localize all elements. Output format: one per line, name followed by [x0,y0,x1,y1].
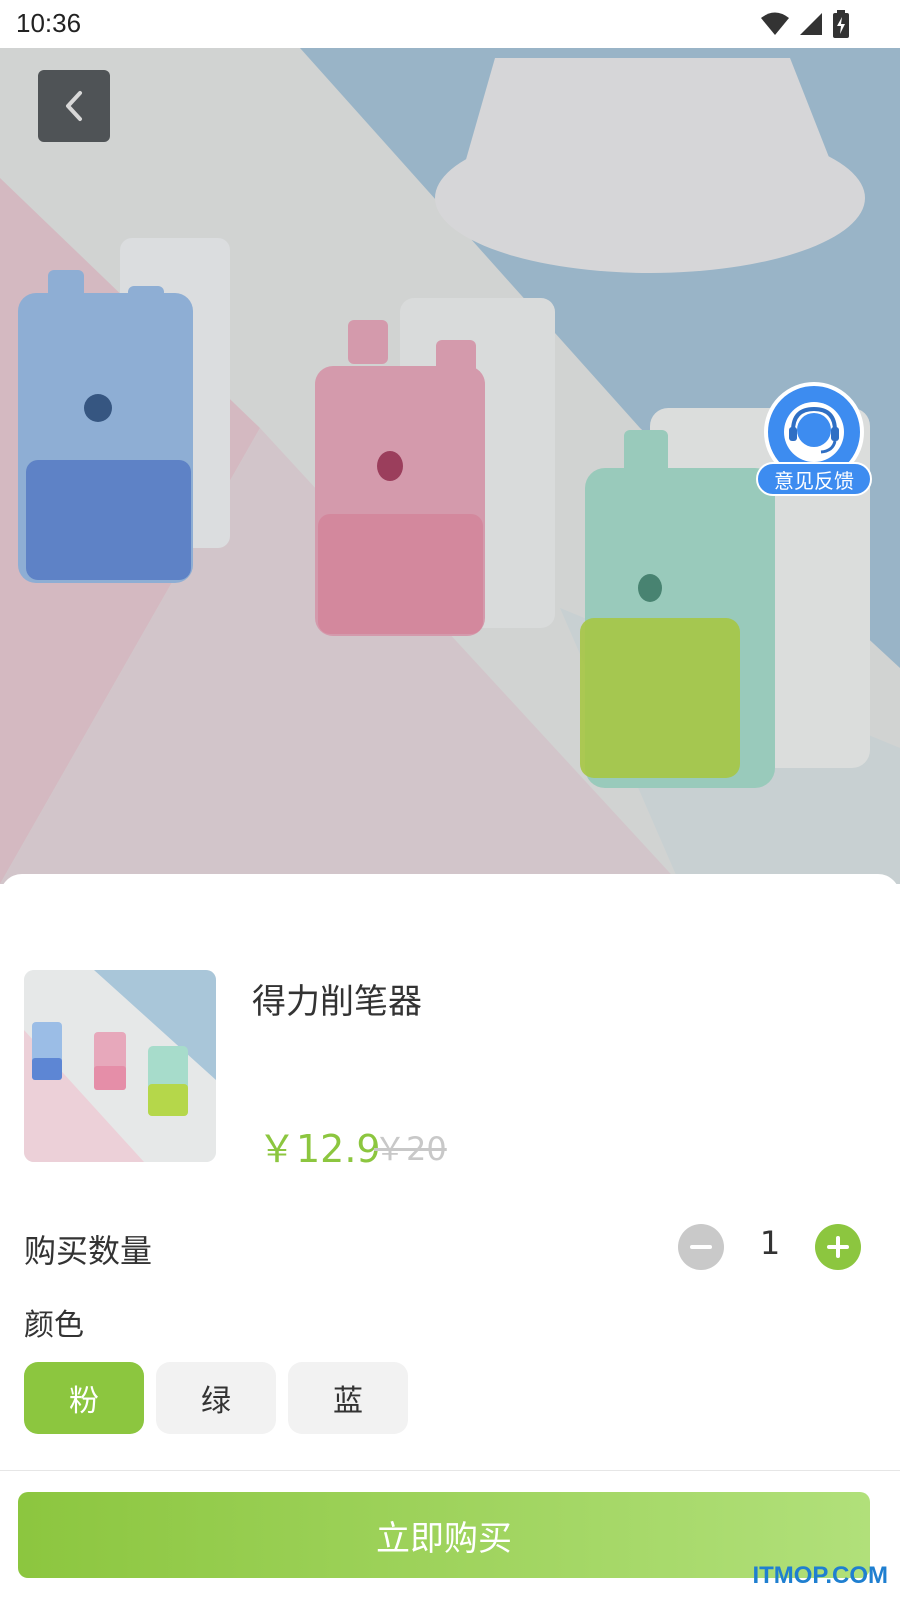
divider [0,1470,900,1471]
watermark: ITMOP.COM [752,1562,888,1589]
quantity-increase-button[interactable] [815,1224,861,1270]
chevron-left-icon [66,91,82,121]
quantity-label: 购买数量 [24,1232,153,1270]
battery-charging-icon [833,10,849,38]
status-icons [760,10,850,38]
product-name: 得力削笔器 [252,982,422,1022]
back-button[interactable] [38,70,110,142]
quantity-value: 1 [759,1224,781,1262]
feedback-button[interactable]: 意见反馈 [756,382,872,500]
color-options: 粉 绿 蓝 [24,1362,408,1434]
color-option-pink[interactable]: 粉 [24,1362,144,1434]
quantity-decrease-button[interactable] [678,1224,724,1270]
status-bar: 10:36 [0,0,900,48]
product-thumbnail [24,970,216,1162]
color-label: 颜色 [24,1308,84,1343]
cellular-signal-icon [800,13,822,35]
color-option-green[interactable]: 绿 [156,1362,276,1434]
color-option-blue[interactable]: 蓝 [288,1362,408,1434]
price-current: ￥12.9 [258,1127,381,1171]
buy-now-button[interactable]: 立即购买 [18,1492,870,1578]
price-original: ￥20 [374,1130,447,1168]
minus-icon [690,1245,712,1249]
wifi-icon [761,12,789,35]
purchase-sheet: 得力削笔器 ￥12.9 ￥20 购买数量 1 颜色 粉 绿 蓝 立即购买 [0,874,900,1600]
status-time: 10:36 [16,8,82,38]
feedback-label: 意见反馈 [756,462,872,496]
plus-icon [827,1236,849,1258]
